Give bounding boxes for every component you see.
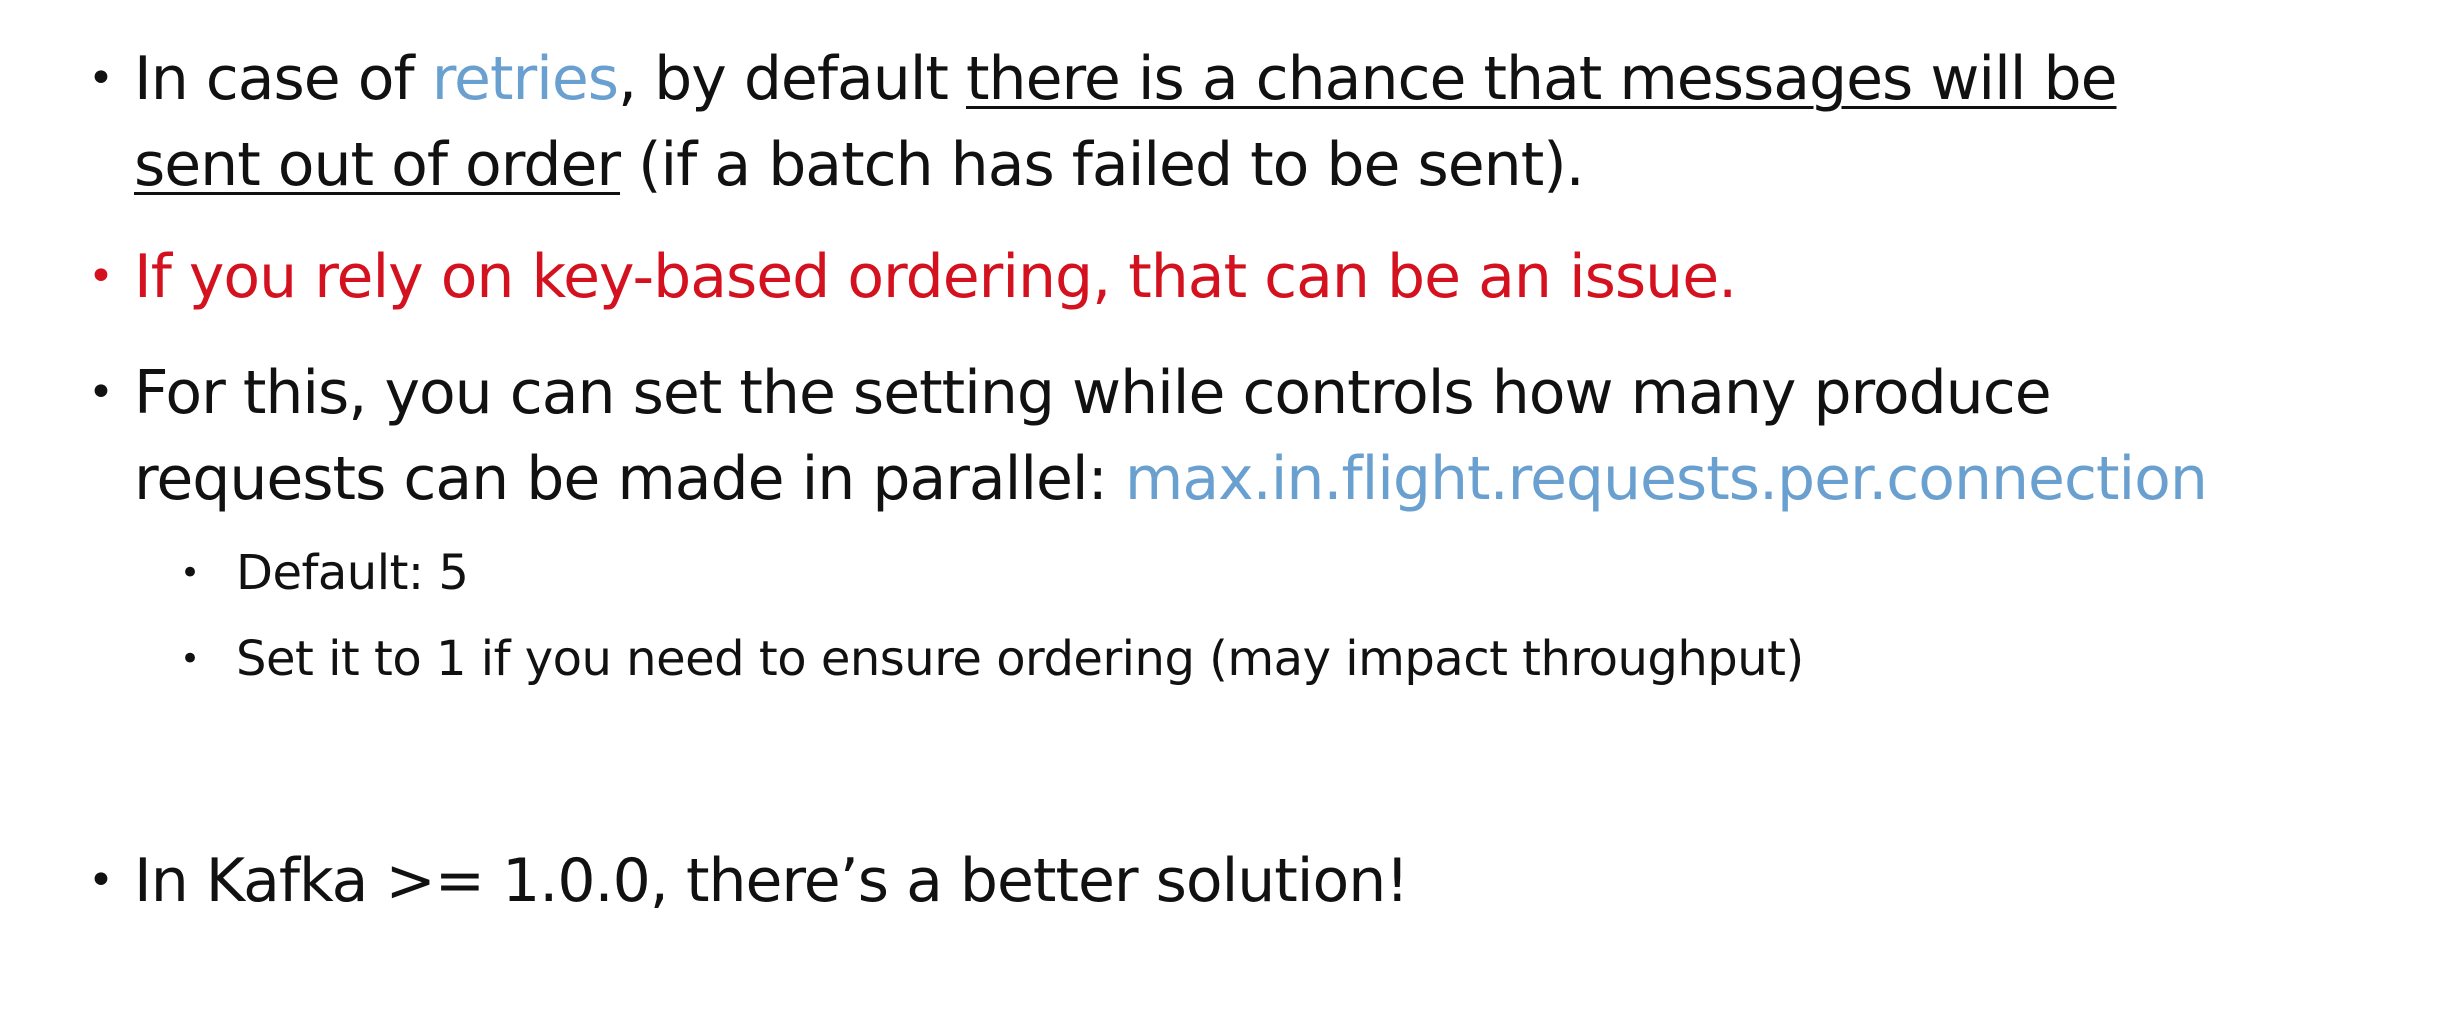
underlined-phrase: there is a chance that messages will be: [966, 44, 2117, 114]
sub-bullet-set-to-one: • Set it to 1 if you need to ensure orde…: [180, 616, 1804, 702]
bullet-kafka-version: • In Kafka >= 1.0.0, there’s a better so…: [88, 838, 1409, 924]
bullet-dot: •: [88, 53, 114, 104]
text-segment: In case of: [134, 44, 432, 114]
warning-text: If you rely on key-based ordering, that …: [134, 242, 1737, 312]
bullet-text: In Kafka >= 1.0.0, there’s a better solu…: [134, 846, 1409, 916]
bullet-text: For this, you can set the setting while …: [134, 350, 2208, 522]
bullet-dot: •: [88, 367, 114, 418]
slide: • In case of retries, by default there i…: [0, 0, 2452, 1010]
bullet-retries: • In case of retries, by default there i…: [88, 36, 2118, 208]
bullet-warning: • If you rely on key-based ordering, tha…: [88, 234, 1737, 320]
sub-bullet-text: Set it to 1 if you need to ensure orderi…: [236, 631, 1804, 687]
bullet-dot: •: [88, 855, 114, 906]
bullet-setting: • For this, you can set the setting whil…: [88, 350, 2208, 522]
bullet-dot: •: [180, 553, 201, 593]
text-segment: requests can be made in parallel:: [134, 444, 1125, 514]
bullet-text: In case of retries, by default there is …: [134, 36, 2118, 208]
config-key: max.in.flight.requests.per.connection: [1124, 444, 2208, 514]
underlined-phrase: sent out of order: [134, 130, 621, 200]
retries-keyword: retries: [431, 44, 619, 114]
text-segment: For this, you can set the setting while …: [134, 358, 2052, 428]
text-segment: , by default: [618, 44, 967, 114]
text-segment: (if a batch has failed to be sent).: [620, 130, 1585, 200]
sub-bullet-text: Default: 5: [236, 545, 469, 601]
bullet-dot: •: [180, 639, 201, 679]
sub-bullet-default: • Default: 5: [180, 530, 469, 616]
bullet-dot: •: [88, 251, 114, 302]
